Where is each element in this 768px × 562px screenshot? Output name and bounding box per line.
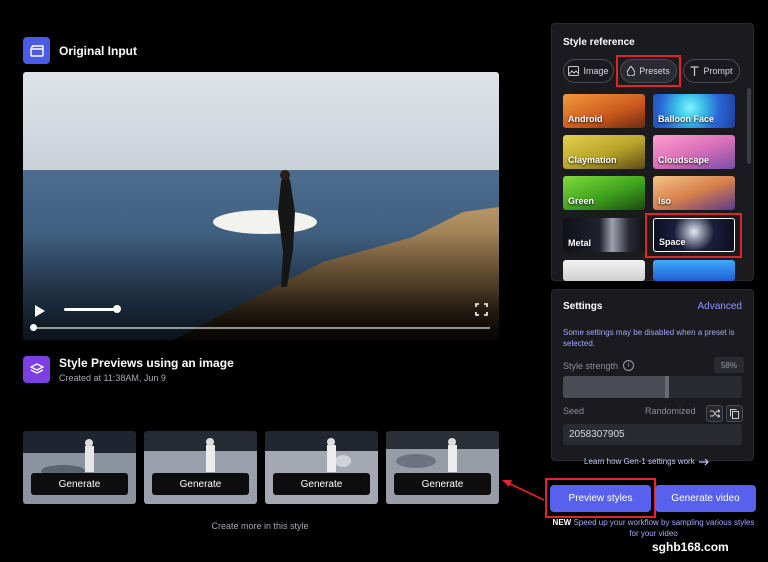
droplet-icon bbox=[627, 66, 636, 76]
surfer-video-frame bbox=[23, 72, 499, 340]
style-strength-slider[interactable] bbox=[563, 376, 742, 398]
preset-cloudscape-label: Cloudscape bbox=[658, 155, 710, 165]
tab-presets[interactable]: Presets bbox=[620, 59, 677, 83]
preset-claymation[interactable]: Claymation bbox=[563, 135, 645, 169]
play-icon[interactable] bbox=[34, 304, 45, 322]
video-player[interactable] bbox=[23, 72, 499, 340]
volume-slider[interactable] bbox=[64, 308, 118, 311]
fullscreen-icon[interactable] bbox=[475, 303, 488, 321]
shuffle-button[interactable] bbox=[706, 405, 723, 422]
text-t-icon bbox=[690, 66, 699, 76]
seed-label: Seed bbox=[563, 406, 585, 416]
randomized-label: Randomized bbox=[645, 406, 696, 416]
learn-settings-link[interactable]: Learn how Gen-1 settings work bbox=[584, 457, 709, 466]
settings-panel: Settings Advanced Some settings may be d… bbox=[551, 289, 754, 461]
image-icon bbox=[568, 66, 580, 76]
slider-fill bbox=[563, 376, 667, 398]
promo-description: Speed up your workflow by sampling vario… bbox=[573, 518, 755, 538]
copy-seed-button[interactable] bbox=[726, 405, 743, 422]
new-badge: NEW bbox=[552, 518, 572, 527]
preset-balloon-face[interactable]: Balloon Face bbox=[653, 94, 735, 128]
generate-button[interactable]: Generate bbox=[273, 473, 370, 495]
original-input-header: Original Input bbox=[23, 37, 137, 64]
presets-scrollbar[interactable] bbox=[747, 88, 751, 164]
style-previews-header: Style Previews using an image Created at… bbox=[23, 356, 234, 383]
tab-image[interactable]: Image bbox=[563, 59, 614, 83]
tab-prompt-label: Prompt bbox=[703, 66, 733, 76]
preset-claymation-label: Claymation bbox=[568, 155, 617, 165]
copy-icon bbox=[730, 408, 739, 419]
preset-iso[interactable]: Iso bbox=[653, 176, 735, 210]
layers-icon bbox=[23, 356, 50, 383]
volume-knob[interactable] bbox=[113, 305, 121, 313]
seed-input[interactable] bbox=[563, 424, 742, 445]
style-previews-title: Style Previews using an image bbox=[59, 356, 234, 370]
clapperboard-icon bbox=[23, 37, 50, 64]
style-strength-label: Style strength i bbox=[563, 360, 635, 371]
style-reference-title: Style reference bbox=[563, 37, 635, 48]
preset-cloudscape[interactable]: Cloudscape bbox=[653, 135, 735, 169]
settings-note: Some settings may be disabled when a pre… bbox=[563, 328, 735, 348]
generate-button[interactable]: Generate bbox=[152, 473, 249, 495]
generate-video-button[interactable]: Generate video bbox=[655, 485, 756, 512]
advanced-link[interactable]: Advanced bbox=[698, 301, 742, 312]
promo-text: NEW Speed up your workflow by sampling v… bbox=[550, 517, 757, 539]
preset-android[interactable]: Android bbox=[563, 94, 645, 128]
learn-settings-text: Learn how Gen-1 settings work bbox=[584, 457, 695, 466]
style-preview-thumbnail[interactable]: Generate bbox=[265, 431, 378, 504]
info-icon[interactable]: i bbox=[623, 360, 635, 371]
preview-styles-button[interactable]: Preview styles bbox=[550, 485, 651, 512]
original-input-title: Original Input bbox=[59, 43, 137, 58]
style-preview-thumbnail[interactable]: Generate bbox=[144, 431, 257, 504]
style-strength-value: 58% bbox=[714, 357, 744, 373]
generate-button[interactable]: Generate bbox=[394, 473, 491, 495]
settings-title: Settings bbox=[563, 301, 603, 312]
style-preview-thumbnail[interactable]: Generate bbox=[386, 431, 499, 504]
slider-handle[interactable] bbox=[664, 376, 669, 398]
preset-iso-label: Iso bbox=[658, 196, 672, 206]
preset-space-label: Space bbox=[659, 237, 686, 247]
watermark-text: sghb168.com bbox=[652, 540, 729, 554]
style-strength-text: Style strength bbox=[563, 360, 619, 371]
preset-metal[interactable]: Metal bbox=[563, 218, 645, 252]
preset-green-label: Green bbox=[568, 196, 595, 206]
tab-image-label: Image bbox=[583, 66, 609, 76]
style-preview-thumbnail[interactable]: Generate bbox=[23, 431, 136, 504]
red-arrow-icon bbox=[502, 480, 545, 501]
preset-space[interactable]: Space bbox=[653, 218, 735, 252]
video-progress-bar[interactable] bbox=[33, 327, 490, 329]
video-progress-knob[interactable] bbox=[30, 324, 37, 331]
preset-green[interactable]: Green bbox=[563, 176, 645, 210]
arrow-right-icon bbox=[698, 458, 709, 465]
preset-android-label: Android bbox=[568, 114, 603, 124]
preset-partial[interactable] bbox=[653, 260, 735, 281]
generate-button[interactable]: Generate bbox=[31, 473, 128, 495]
preset-partial[interactable] bbox=[563, 260, 645, 281]
preset-balloon-face-label: Balloon Face bbox=[658, 114, 715, 124]
preset-metal-label: Metal bbox=[568, 238, 592, 248]
tab-prompt[interactable]: Prompt bbox=[683, 59, 740, 83]
shuffle-icon bbox=[709, 409, 720, 418]
create-more-link[interactable]: Create more in this style bbox=[190, 521, 330, 531]
style-previews-created: Created at 11:38AM, Jun 9 bbox=[59, 373, 166, 383]
tab-presets-label: Presets bbox=[639, 66, 670, 76]
